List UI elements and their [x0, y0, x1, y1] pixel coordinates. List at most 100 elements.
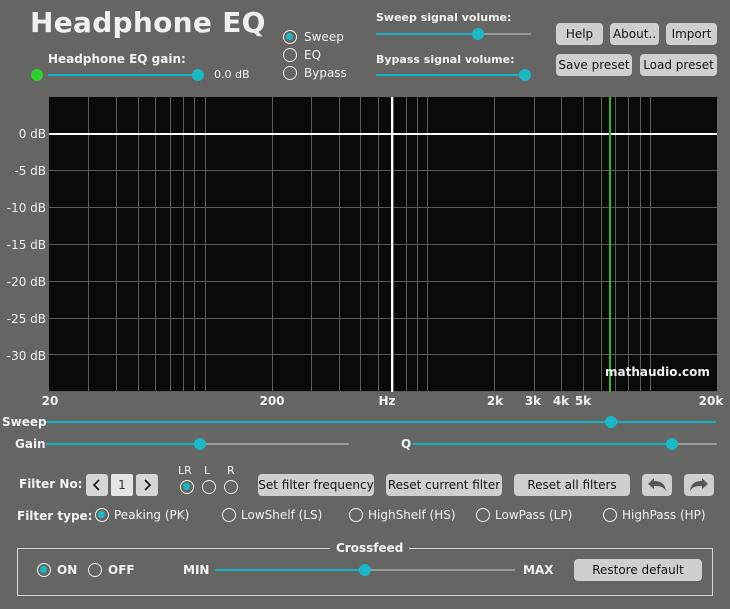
y-tick-label: -10 dB [6, 201, 46, 215]
hz-reference-line [391, 97, 393, 392]
save-preset-button[interactable]: Save preset [556, 54, 632, 76]
filter-type-hp-label: HighPass (HP) [622, 508, 706, 522]
gain-slider-knob[interactable] [194, 438, 206, 450]
crossfeed-off-label: OFF [108, 563, 135, 577]
undo-arrow-icon [648, 478, 666, 491]
help-button[interactable]: Help [556, 23, 603, 45]
grid-hline [49, 170, 717, 171]
x-tick-label: 20 [41, 394, 59, 408]
sweep-volume-label: Sweep signal volume: [376, 11, 512, 24]
crossfeed-slider-fill[interactable] [215, 569, 365, 571]
bypass-volume-knob[interactable] [519, 69, 531, 81]
mode-bypass-label: Bypass [304, 66, 347, 80]
filter-type-pk-radio[interactable] [95, 508, 109, 522]
filter-number-label: Filter No: [19, 477, 83, 491]
about-button[interactable]: About.. [610, 23, 659, 45]
filter-type-lp-label: LowPass (LP) [495, 508, 573, 522]
power-indicator-icon[interactable] [31, 69, 43, 81]
undo-button[interactable] [642, 474, 672, 496]
sweep-slider-label: Sweep [2, 415, 47, 429]
gain-slider-fill[interactable] [46, 443, 200, 445]
sweep-frequency-marker [609, 97, 611, 392]
crossfeed-slider-knob[interactable] [359, 564, 371, 576]
filter-number-field[interactable]: 1 [111, 474, 133, 496]
x-tick-label: Hz [378, 394, 396, 408]
restore-default-button[interactable]: Restore default [574, 559, 702, 581]
x-tick-label: 5k [574, 394, 592, 408]
mode-bypass-radio[interactable] [283, 66, 297, 80]
filter-prev-button[interactable] [86, 474, 108, 496]
y-tick-label: 0 dB [18, 127, 46, 141]
filter-type-pk-label: Peaking (PK) [114, 508, 190, 522]
reset-current-filter-button[interactable]: Reset current filter [386, 474, 502, 496]
crossfeed-off-radio[interactable] [88, 563, 102, 577]
filter-next-button[interactable] [136, 474, 158, 496]
filter-type-lp-radio[interactable] [476, 508, 490, 522]
sweep-volume-fill[interactable] [376, 33, 478, 35]
gain-slider-label: Gain [15, 437, 46, 451]
filter-type-hs-radio[interactable] [349, 508, 363, 522]
import-button[interactable]: Import [666, 23, 717, 45]
crossfeed-on-label: ON [57, 563, 78, 577]
grid-hline [49, 207, 717, 208]
q-slider-label: Q [401, 437, 412, 451]
redo-button[interactable] [684, 474, 714, 496]
y-tick-label: -25 dB [6, 312, 46, 326]
chevron-right-icon [144, 479, 152, 491]
channel-lr-label: LR [178, 464, 192, 477]
grid-hline [49, 318, 717, 319]
crossfeed-on-radio[interactable] [37, 563, 51, 577]
eq-gain-label: Headphone EQ gain: [48, 52, 186, 66]
sweep-slider-knob[interactable] [605, 416, 617, 428]
x-tick-label: 3k [524, 394, 542, 408]
set-filter-frequency-button[interactable]: Set filter frequency [258, 474, 374, 496]
sweep-volume-rest[interactable] [478, 33, 531, 35]
load-preset-button[interactable]: Load preset [640, 54, 717, 76]
x-tick-label: 2k [486, 394, 504, 408]
reset-all-filters-button[interactable]: Reset all filters [514, 474, 630, 496]
eq-plot[interactable]: mathaudio.com [49, 97, 717, 392]
eq-gain-slider-knob[interactable] [192, 69, 204, 81]
eq-gain-value: 0.0 dB [214, 68, 250, 81]
filter-type-ls-label: LowShelf (LS) [241, 508, 323, 522]
sweep-volume-knob[interactable] [472, 28, 484, 40]
mode-eq-radio[interactable] [283, 48, 297, 62]
crossfeed-title: Crossfeed [330, 541, 410, 555]
y-tick-label: -20 dB [6, 275, 46, 289]
filter-type-ls-radio[interactable] [222, 508, 236, 522]
channel-l-radio[interactable] [202, 480, 216, 494]
grid-hline [49, 354, 717, 355]
bypass-volume-label: Bypass signal volume: [376, 53, 515, 66]
x-tick-label: 4k [552, 394, 570, 408]
gain-slider-rest[interactable] [200, 443, 349, 445]
crossfeed-min-label: MIN [183, 563, 210, 577]
eq-gain-slider-track[interactable] [48, 74, 198, 76]
y-tick-label: -15 dB [6, 238, 46, 252]
mode-sweep-label: Sweep [304, 30, 344, 44]
channel-lr-radio[interactable] [180, 480, 194, 494]
channel-r-label: R [227, 464, 235, 477]
x-tick-label: 200 [259, 394, 285, 408]
redo-arrow-icon [690, 478, 708, 491]
crossfeed-max-label: MAX [523, 563, 554, 577]
filter-type-label: Filter type: [17, 509, 93, 523]
filter-type-hs-label: HighShelf (HS) [368, 508, 456, 522]
mode-sweep-radio[interactable] [283, 30, 297, 44]
q-slider-knob[interactable] [666, 438, 678, 450]
crossfeed-slider-rest[interactable] [365, 569, 515, 571]
app-title: Headphone EQ [30, 6, 266, 39]
q-slider-fill[interactable] [413, 443, 672, 445]
bypass-volume-fill[interactable] [376, 74, 526, 76]
channel-r-radio[interactable] [224, 480, 238, 494]
y-tick-label: -5 dB [14, 164, 46, 178]
filter-type-hp-radio[interactable] [603, 508, 617, 522]
channel-l-label: L [204, 464, 211, 477]
grid-hline [49, 391, 717, 392]
x-tick-label: 20k [698, 394, 724, 408]
grid-hline [49, 244, 717, 245]
grid-hline [49, 281, 717, 282]
q-slider-rest[interactable] [672, 443, 717, 445]
mode-eq-label: EQ [304, 48, 322, 62]
watermark: mathaudio.com [605, 365, 710, 379]
y-tick-label: -30 dB [6, 349, 46, 363]
